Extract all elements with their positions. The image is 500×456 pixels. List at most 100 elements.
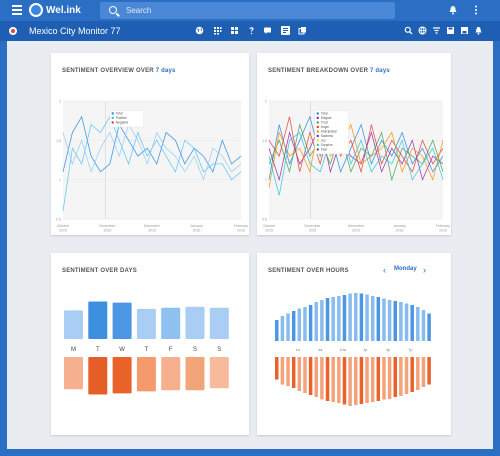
grid-icon[interactable] [213,26,222,35]
negative-hour-bar [303,357,307,393]
negative-hour-bar [348,357,352,406]
legend-swatch [316,139,319,142]
hour-label: 4a [318,348,323,352]
positive-hour-bar [427,313,431,341]
bell-icon[interactable] [474,26,483,35]
x-tick-label-line: 2016 [193,229,201,233]
negative-hour-bar [297,357,302,391]
logo[interactable]: Wel.ink [29,3,81,17]
legend-label: Positive [116,116,127,120]
y-tick-label: 0.5 [262,218,267,222]
negative-hour-bar [410,357,414,392]
negative-hour-bar [376,357,381,401]
negative-hour-bar [286,357,290,386]
legend-swatch [111,121,114,124]
x-tick-label: November 2015 [99,224,116,233]
positive-hour-bar [399,302,403,341]
positive-hour-bar [359,293,364,341]
filter-icon[interactable] [432,26,441,35]
positive-hour-bar [291,311,296,341]
legend-swatch [111,112,114,115]
positive-hour-bar [303,307,307,341]
negative-hour-bar [393,357,397,397]
chat-icon[interactable] [263,26,272,35]
positive-hour-bar [286,313,290,341]
sentiment-overview-card: SENTIMENT OVERVIEW OVER 7 days 0.5 1 1.5 2 O… [51,53,249,235]
legend-label: Total [321,111,328,115]
x-tick-label: January 2016 [393,224,406,233]
positive-hour-bar [348,293,352,341]
menu-icon[interactable] [12,5,22,15]
positive-hour-bar [280,316,285,341]
negative-hour-bar [280,357,285,385]
negative-hour-bar [427,357,431,385]
x-tick-label-line: November [304,224,321,228]
globe-icon[interactable] [195,26,204,35]
bell-icon[interactable] [448,5,458,18]
y-tick-label: 1 [265,178,267,182]
negative-day-bar [112,357,132,394]
legend-swatch [316,130,319,133]
legend-swatch [316,116,319,120]
day-label: W [119,347,125,353]
globe-icon[interactable] [418,26,427,35]
negative-hour-bar [308,357,313,395]
y-tick-label: 2 [265,100,267,104]
legend-swatch [316,112,319,115]
negative-hour-bar [275,357,279,380]
negative-hour-bar [365,357,369,403]
positive-hour-bar [275,320,279,341]
x-tick-label: October 2015 [263,224,276,233]
day-label: S [193,347,197,353]
x-tick-label-line: January [393,224,406,228]
plot-area [63,101,241,219]
x-tick-label-line: December [348,224,365,228]
text-icon[interactable] [281,26,290,35]
negative-hour-bar [331,357,335,402]
negative-hour-bar [314,357,318,397]
negative-hour-bar [382,357,386,400]
sentiment-hours-card: SENTIMENT OVER HOURS ‹ Monday › 1a 4a 10a 1… [257,253,451,435]
negative-hour-bar [399,357,403,396]
more-vert-icon[interactable] [474,5,478,18]
x-tick-label-line: 2015 [59,229,67,233]
negative-day-bar [88,357,108,395]
search-icon[interactable] [404,26,413,35]
y-tick-label: 2 [59,100,61,104]
legend-label: Sadness [321,134,334,138]
negative-hour-bar [404,357,409,394]
hour-label: 1a [295,348,300,352]
positive-hour-bar [354,293,358,341]
search-bar[interactable] [100,2,395,19]
hour-label: 7p [408,348,412,352]
search-icon [109,6,117,14]
hours-bar-chart: 1a 4a 10a 1p 4p 7p [275,293,431,406]
x-tick-label-line: 2016 [439,229,447,233]
copy-icon[interactable] [298,26,307,35]
negative-day-bar [161,357,181,391]
logo-mark-icon [29,3,43,17]
positive-day-bar [64,310,83,339]
x-tick-label-line: 2016 [237,229,245,233]
help-icon[interactable] [247,26,256,35]
x-tick-label-line: February [234,224,248,228]
x-tick-label-line: December [144,224,161,228]
positive-hour-bar [331,297,335,341]
negative-hour-bar [337,357,341,403]
search-input[interactable] [126,4,376,17]
x-tick-label-line: 2015 [352,229,360,233]
negative-day-bar [209,357,229,389]
save-icon[interactable] [446,26,455,35]
negative-hour-bar [416,357,420,390]
save-alt-icon[interactable] [460,26,469,35]
dashboard-icon[interactable] [230,26,239,35]
x-tick-label-line: January [190,224,203,228]
day-label: F [169,347,173,353]
y-tick-label: 1.5 [56,139,61,143]
positive-day-bar [88,301,108,339]
day-label: T [145,347,149,353]
negative-day-bar [64,357,83,390]
x-tick-label: December 2015 [144,224,161,233]
hour-label: 4p [386,348,390,352]
positive-hour-bar [421,310,426,341]
